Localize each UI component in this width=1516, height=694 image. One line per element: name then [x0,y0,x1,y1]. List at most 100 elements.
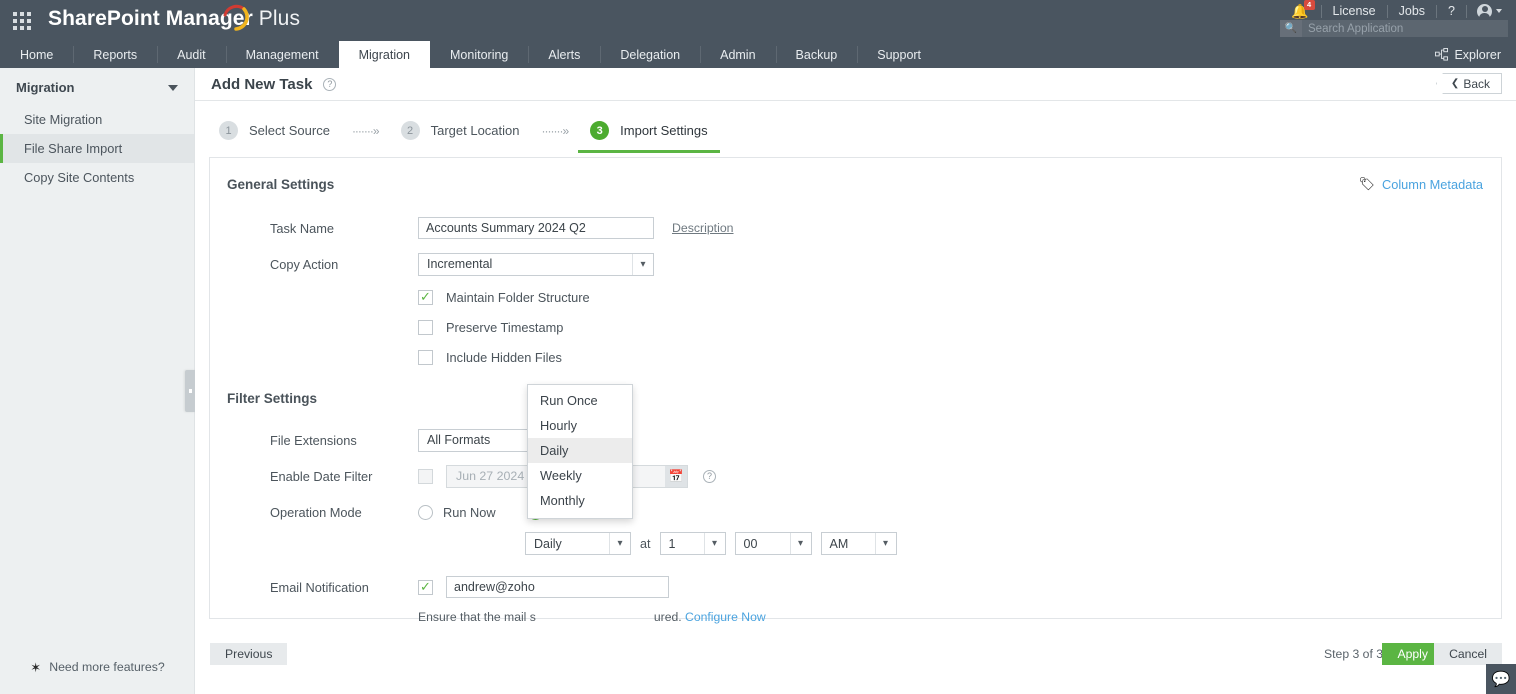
sidebar-item-copy-site-contents[interactable]: Copy Site Contents [0,163,194,192]
frequency-value: Daily [534,536,562,551]
configure-now-link[interactable]: Configure Now [685,610,766,624]
need-more-features-link[interactable]: ✶ Need more features? [0,660,195,674]
step-import-settings[interactable]: 3 Import Settings [578,121,721,153]
step-label: Target Location [430,123,520,138]
wizard-footer: Previous Step 3 of 3 Apply Cancel [195,643,1516,665]
meridiem-select[interactable]: AM ▾ [820,532,897,555]
sidebar: Migration Site Migration File Share Impo… [0,68,195,694]
enable-date-filter-row: Enable Date Filter Jun 27 2024 - Jun 28 … [210,458,1501,494]
help-icon[interactable]: ? [323,77,337,91]
email-recipient-input[interactable] [446,576,669,598]
chat-support-button[interactable]: 💬 [1486,664,1516,694]
global-search[interactable]: 🔍 [1280,20,1508,37]
search-icon: 🔍 [1280,20,1302,37]
step-select-source[interactable]: 1 Select Source [219,121,330,153]
frequency-select[interactable]: Daily ▾ [525,532,631,555]
hour-value: 1 [668,536,676,551]
email-notification-label: Email Notification [270,579,369,595]
tab-admin[interactable]: Admin [700,41,775,68]
frequency-dropdown-menu[interactable]: Run Once Hourly Daily Weekly Monthly [527,384,633,519]
filter-settings-title: Filter Settings [227,391,318,406]
tab-alerts[interactable]: Alerts [528,41,600,68]
preserve-timestamp-checkbox[interactable] [418,319,433,335]
chevron-down-icon: ▾ [609,533,630,554]
task-name-input[interactable] [418,217,654,239]
brand-name-light: Plus [252,7,301,30]
sidebar-group-migration[interactable]: Migration [0,68,194,105]
wizard-stepper: 1 Select Source ·······» 2 Target Locati… [195,101,1516,157]
task-name-label: Task Name [270,220,335,236]
preserve-timestamp-label: Preserve Timestamp [446,319,564,335]
previous-button[interactable]: Previous [210,643,288,665]
dropdown-option-monthly[interactable]: Monthly [528,488,632,513]
meridiem-value: AM [829,536,849,551]
cancel-button[interactable]: Cancel [1434,643,1502,665]
step-connector: ·······» [541,123,570,138]
file-extensions-value: All Formats [427,433,491,447]
main-navigation: Home Reports Audit Management Migration … [0,41,1516,68]
back-label: Back [1463,76,1490,91]
step-label: Import Settings [620,123,708,138]
at-label: at [640,536,651,551]
run-now-radio[interactable] [418,504,433,520]
page-title: Add New Task [211,75,313,93]
sidebar-item-file-share-import[interactable]: File Share Import [0,134,194,163]
tab-backup[interactable]: Backup [775,41,858,68]
chevron-down-icon [168,84,178,91]
maintain-folder-structure-checkbox[interactable] [418,289,433,305]
include-hidden-files-row: Include Hidden Files [210,342,1501,372]
enable-date-filter-checkbox[interactable] [418,468,433,484]
include-hidden-files-checkbox[interactable] [418,349,433,365]
dropdown-option-weekly[interactable]: Weekly [528,463,632,488]
tab-delegation[interactable]: Delegation [600,41,700,68]
tab-home[interactable]: Home [0,41,73,68]
step-number: 1 [219,121,238,140]
tab-reports[interactable]: Reports [73,41,157,68]
email-note-suffix: ured. [653,610,682,624]
explorer-button[interactable]: Explorer [1426,44,1510,65]
need-more-features-label: Need more features? [49,660,165,674]
header-actions: 🔔 4 License Jobs ? [1283,0,1508,22]
calendar-icon[interactable]: 📅 [665,465,687,487]
operation-mode-label: Operation Mode [270,504,362,520]
dropdown-option-hourly[interactable]: Hourly [528,413,632,438]
preserve-timestamp-row: Preserve Timestamp [210,312,1501,342]
tab-support[interactable]: Support [857,41,941,68]
copy-action-select[interactable]: Incremental ▾ [418,252,654,276]
description-link[interactable]: Description [672,221,734,235]
tab-audit[interactable]: Audit [157,41,226,68]
sidebar-item-site-migration[interactable]: Site Migration [0,105,194,134]
step-number: 2 [400,121,420,140]
chat-bubble-icon: 💬 [1491,671,1511,688]
tab-monitoring[interactable]: Monitoring [430,41,528,68]
task-name-row: Task Name Description [210,210,1501,246]
column-metadata-link[interactable]: 🏷 Column Metadata [1358,176,1483,192]
step-number: 3 [590,121,610,140]
notifications-button[interactable]: 🔔 4 [1283,0,1320,22]
sidebar-group-label: Migration [16,80,75,95]
include-hidden-files-label: Include Hidden Files [446,349,562,365]
hour-select[interactable]: 1 ▾ [659,532,726,555]
step-target-location[interactable]: 2 Target Location [400,121,520,153]
help-button[interactable]: ? [1437,0,1466,22]
tab-management[interactable]: Management [225,41,339,68]
user-account-menu[interactable] [1467,3,1508,19]
page-header: Add New Task ? ❮ Back [195,68,1516,101]
minute-select[interactable]: 00 ▾ [734,532,812,555]
user-avatar-icon [1477,3,1492,19]
date-filter-help-icon[interactable]: ? [703,469,716,483]
email-notification-checkbox[interactable] [418,579,433,595]
dropdown-option-daily[interactable]: Daily [528,438,632,463]
app-grid-icon[interactable] [12,11,32,31]
back-button[interactable]: ❮ Back [1435,73,1502,94]
copy-action-row: Copy Action Incremental ▾ [210,246,1501,282]
email-note-prefix: Ensure that the mail s [418,610,536,624]
license-link[interactable]: License [1322,0,1387,22]
dropdown-option-run-once[interactable]: Run Once [528,388,632,413]
maintain-folder-structure-row: Maintain Folder Structure [210,282,1501,312]
jobs-link[interactable]: Jobs [1388,0,1436,22]
chevron-down-icon: ▾ [874,533,896,554]
search-input[interactable] [1302,22,1508,35]
tab-migration[interactable]: Migration [338,41,431,68]
main-content: Add New Task ? ❮ Back 1 Select Source ··… [195,68,1516,694]
